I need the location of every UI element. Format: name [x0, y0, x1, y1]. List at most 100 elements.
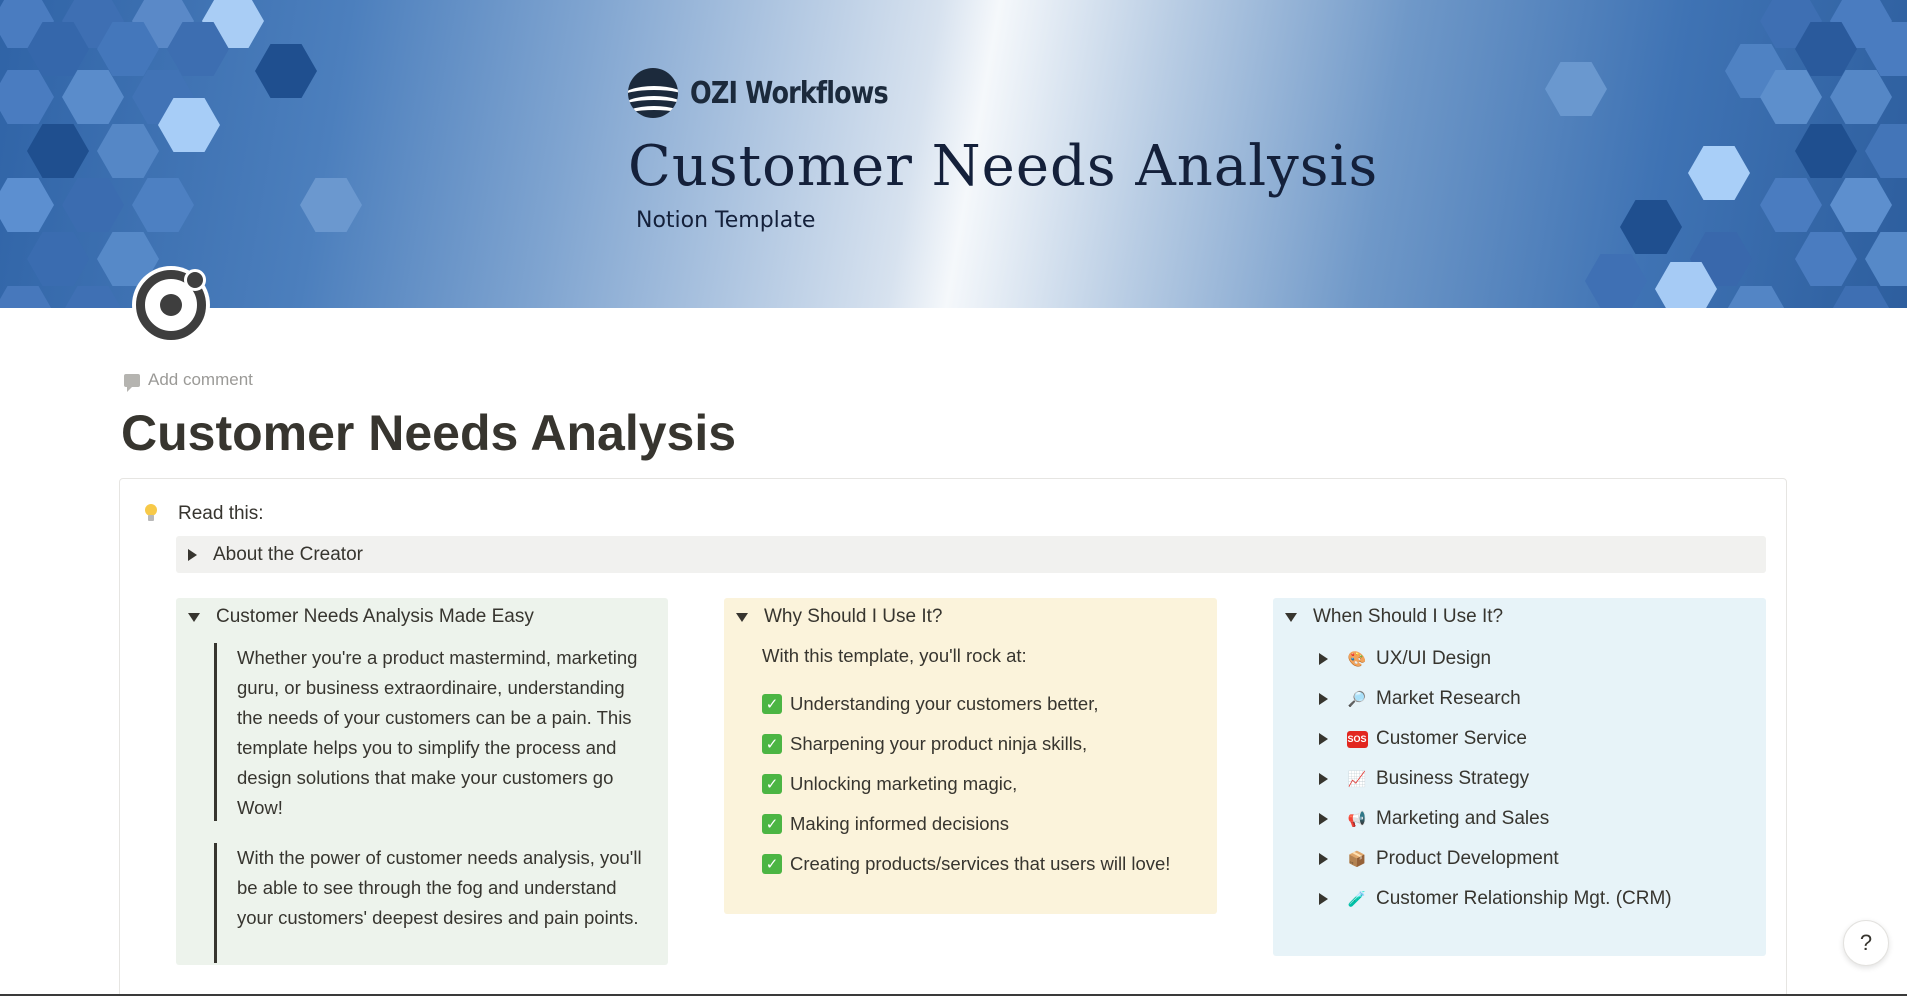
hex-decoration: [0, 178, 54, 232]
use-case-toggle-ux-ui[interactable]: 🎨 UX/UI Design: [1319, 639, 1672, 679]
ozi-logo-icon: [628, 68, 678, 118]
list-item: ✓ Unlocking marketing magic,: [762, 764, 1170, 804]
help-button[interactable]: ?: [1843, 920, 1889, 966]
check-mark-icon: ✓: [762, 774, 782, 794]
magnifier-icon: 🔎: [1347, 691, 1367, 708]
use-case-toggle-market-research[interactable]: 🔎 Market Research: [1319, 679, 1672, 719]
use-case-toggle-marketing-sales[interactable]: 📢 Marketing and Sales: [1319, 799, 1672, 839]
list-item-label: Creating products/services that users wi…: [790, 853, 1171, 874]
use-case-list: 🎨 UX/UI Design 🔎 Market Research SOS Cus…: [1319, 639, 1672, 919]
comment-icon: [124, 373, 140, 392]
hex-decoration: [1795, 232, 1857, 286]
about-creator-label: About the Creator: [213, 543, 363, 565]
made-easy-toggle-block: Customer Needs Analysis Made Easy Whethe…: [176, 598, 668, 965]
quote-block: With the power of customer needs analysi…: [214, 843, 654, 963]
sos-icon: SOS: [1346, 729, 1368, 749]
use-case-toggle-customer-service[interactable]: SOS Customer Service: [1319, 719, 1672, 759]
hex-decoration: [27, 232, 89, 286]
chart-increasing-icon: 📈: [1347, 771, 1367, 788]
hex-decoration: [1795, 124, 1857, 178]
check-mark-icon: ✓: [762, 734, 782, 754]
hex-decoration: [255, 44, 317, 98]
list-item: ✓ Creating products/services that users w…: [762, 844, 1170, 884]
list-item: ✓ Understanding your customers better,: [762, 684, 1170, 724]
cover-logo: OZI Workflows: [628, 68, 923, 118]
hex-decoration: [1725, 286, 1787, 308]
made-easy-title: Customer Needs Analysis Made Easy: [216, 606, 534, 627]
use-case-toggle-crm[interactable]: 🧪 Customer Relationship Mgt. (CRM): [1319, 879, 1672, 919]
toggle-right-icon[interactable]: [188, 548, 197, 561]
toggle-down-icon[interactable]: [188, 612, 200, 622]
hex-decoration: [1545, 62, 1607, 116]
list-item-label: Unlocking marketing magic,: [790, 773, 1018, 794]
toggle-right-icon[interactable]: [1319, 733, 1328, 745]
hex-decoration: [1865, 232, 1907, 286]
page-icon[interactable]: [132, 266, 210, 344]
use-case-label: Market Research: [1376, 688, 1521, 709]
package-icon: 📦: [1347, 851, 1367, 868]
hex-decoration: [97, 124, 159, 178]
cover-subtitle: Notion Template: [636, 208, 816, 233]
toggle-down-icon[interactable]: [736, 612, 748, 622]
benefits-list: ✓ Understanding your customers better, ✓ S…: [762, 684, 1170, 884]
why-use-toggle[interactable]: Why Should I Use It?: [736, 606, 942, 628]
read-this-callout: Read this: About the Creator Customer Ne…: [119, 478, 1787, 996]
toggle-right-icon[interactable]: [1319, 893, 1328, 905]
check-mark-icon: ✓: [762, 854, 782, 874]
hex-decoration: [300, 178, 362, 232]
hex-decoration: [1688, 146, 1750, 200]
list-item: ✓ Sharpening your product ninja skills,: [762, 724, 1170, 764]
hex-decoration: [1760, 178, 1822, 232]
check-mark-icon: ✓: [762, 694, 782, 714]
list-item: ✓ Making informed decisions: [762, 804, 1170, 844]
check-mark-icon: ✓: [762, 814, 782, 834]
cover-banner: OZI Workflows Customer Needs Analysis No…: [0, 0, 1907, 308]
hex-decoration: [1830, 178, 1892, 232]
hex-decoration: [132, 178, 194, 232]
use-case-toggle-business-strategy[interactable]: 📈 Business Strategy: [1319, 759, 1672, 799]
use-case-label: UX/UI Design: [1376, 648, 1492, 669]
made-easy-toggle[interactable]: Customer Needs Analysis Made Easy: [188, 606, 534, 628]
use-case-label: Marketing and Sales: [1376, 808, 1550, 829]
hex-decoration: [1830, 70, 1892, 124]
use-case-label: Customer Relationship Mgt. (CRM): [1376, 888, 1672, 909]
add-comment-button[interactable]: Add comment: [124, 370, 253, 392]
toggle-right-icon[interactable]: [1319, 693, 1328, 705]
quote-block: Whether you're a product mastermind, mar…: [214, 643, 654, 821]
page-title[interactable]: Customer Needs Analysis: [121, 404, 736, 462]
toggle-right-icon[interactable]: [1319, 773, 1328, 785]
why-use-intro: With this template, you'll rock at:: [762, 645, 1027, 666]
toggle-right-icon[interactable]: [1319, 853, 1328, 865]
toggle-right-icon[interactable]: [1319, 653, 1328, 665]
palette-icon: 🎨: [1347, 651, 1367, 668]
hex-decoration: [62, 70, 124, 124]
hex-decoration: [1585, 254, 1647, 308]
hex-decoration: [1865, 124, 1907, 178]
cover-brand: OZI Workflows: [690, 75, 889, 111]
hex-decoration: [62, 286, 124, 308]
hex-decoration: [0, 286, 54, 308]
hex-decoration: [0, 70, 54, 124]
when-use-toggle-block: When Should I Use It? 🎨 UX/UI Design 🔎 M…: [1273, 598, 1766, 956]
list-item-label: Sharpening your product ninja skills,: [790, 733, 1088, 754]
cover-title: Customer Needs Analysis: [628, 134, 1379, 199]
list-item-label: Understanding your customers better,: [790, 693, 1099, 714]
toggle-right-icon[interactable]: [1319, 813, 1328, 825]
use-case-label: Business Strategy: [1376, 768, 1530, 789]
megaphone-icon: 📢: [1347, 811, 1367, 828]
when-use-toggle[interactable]: When Should I Use It?: [1285, 606, 1503, 628]
about-creator-toggle[interactable]: About the Creator: [176, 536, 1766, 573]
light-bulb-icon: [144, 504, 158, 522]
use-case-toggle-product-development[interactable]: 📦 Product Development: [1319, 839, 1672, 879]
when-use-title: When Should I Use It?: [1313, 606, 1504, 627]
add-comment-label: Add comment: [148, 370, 253, 389]
callout-label: Read this:: [178, 503, 264, 524]
toggle-down-icon[interactable]: [1285, 612, 1297, 622]
use-case-label: Product Development: [1376, 848, 1559, 869]
hex-decoration: [1830, 286, 1892, 308]
hex-decoration: [62, 178, 124, 232]
list-item-label: Making informed decisions: [790, 813, 1010, 834]
why-use-title: Why Should I Use It?: [764, 606, 943, 627]
hex-decoration: [1620, 200, 1682, 254]
hex-decoration: [27, 124, 89, 178]
